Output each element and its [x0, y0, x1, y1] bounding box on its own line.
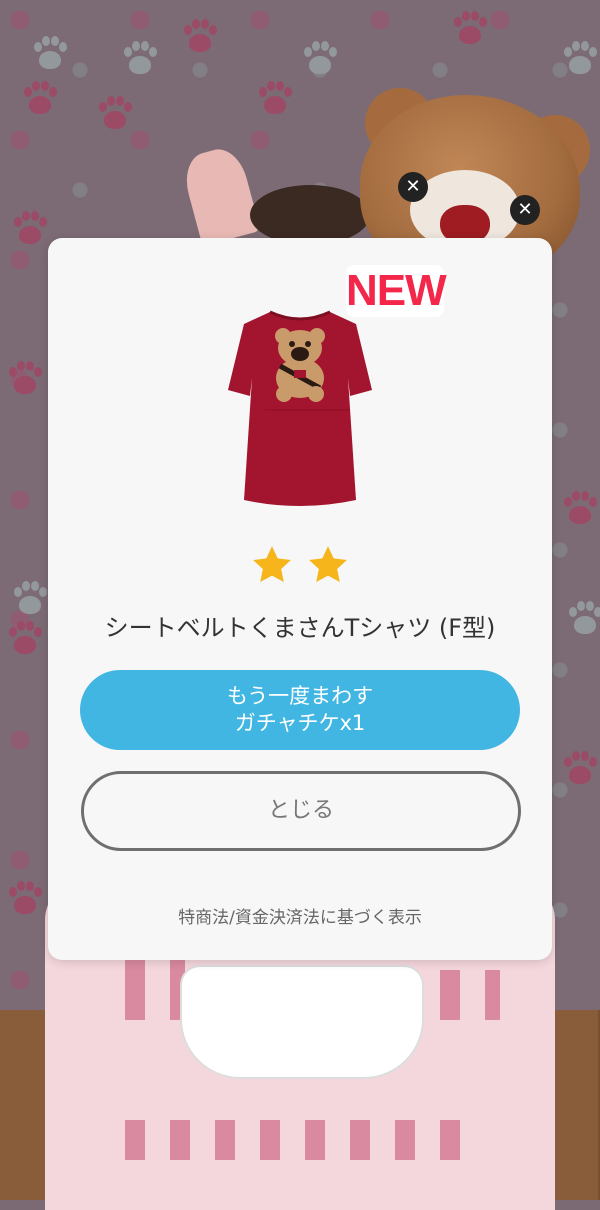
spin-again-label: もう一度まわす: [226, 684, 374, 708]
rarity-stars: [240, 543, 360, 587]
paw-print-icon: [560, 490, 600, 530]
paw-print-icon: [560, 750, 600, 790]
paw-print-icon: [120, 40, 160, 80]
paw-print-icon: [10, 210, 50, 250]
paw-print-icon: [180, 18, 220, 58]
close-button[interactable]: とじる: [81, 771, 521, 851]
paw-print-icon: [300, 40, 340, 80]
ticket-cost-label: ガチャチケx1: [234, 711, 366, 735]
suit-stripes: [125, 1120, 475, 1160]
paw-print-icon: [30, 35, 70, 75]
paw-print-icon: [5, 360, 45, 400]
star-icon: [253, 546, 291, 583]
paw-print-icon: [560, 40, 600, 80]
sleeve-stripes: [125, 960, 185, 1020]
paw-print-icon: [20, 80, 60, 120]
new-badge: NEW: [346, 265, 447, 317]
spin-again-button[interactable]: もう一度まわす ガチャチケx1: [80, 670, 520, 750]
belly-pouch: [180, 965, 424, 1079]
paw-print-icon: [95, 95, 135, 135]
paw-print-icon: [255, 80, 295, 120]
star-icon: [309, 546, 347, 583]
paw-print-icon: [5, 880, 45, 920]
sleeve-stripes: [440, 970, 500, 1020]
legal-notice-link[interactable]: 特商法/資金決済法に基づく表示: [48, 903, 552, 928]
teddy-bear-print: [275, 328, 325, 402]
avatar-hair: [250, 185, 370, 245]
paw-print-icon: [565, 600, 600, 640]
paw-print-icon: [5, 620, 45, 660]
item-image: [228, 310, 372, 506]
item-name: シートベルトくまさんTシャツ (F型): [104, 614, 496, 642]
paw-print-icon: [450, 10, 490, 50]
paw-print-icon: [10, 580, 50, 620]
button-eye-icon: ✕: [398, 172, 428, 202]
button-eye-icon: ✕: [510, 195, 540, 225]
